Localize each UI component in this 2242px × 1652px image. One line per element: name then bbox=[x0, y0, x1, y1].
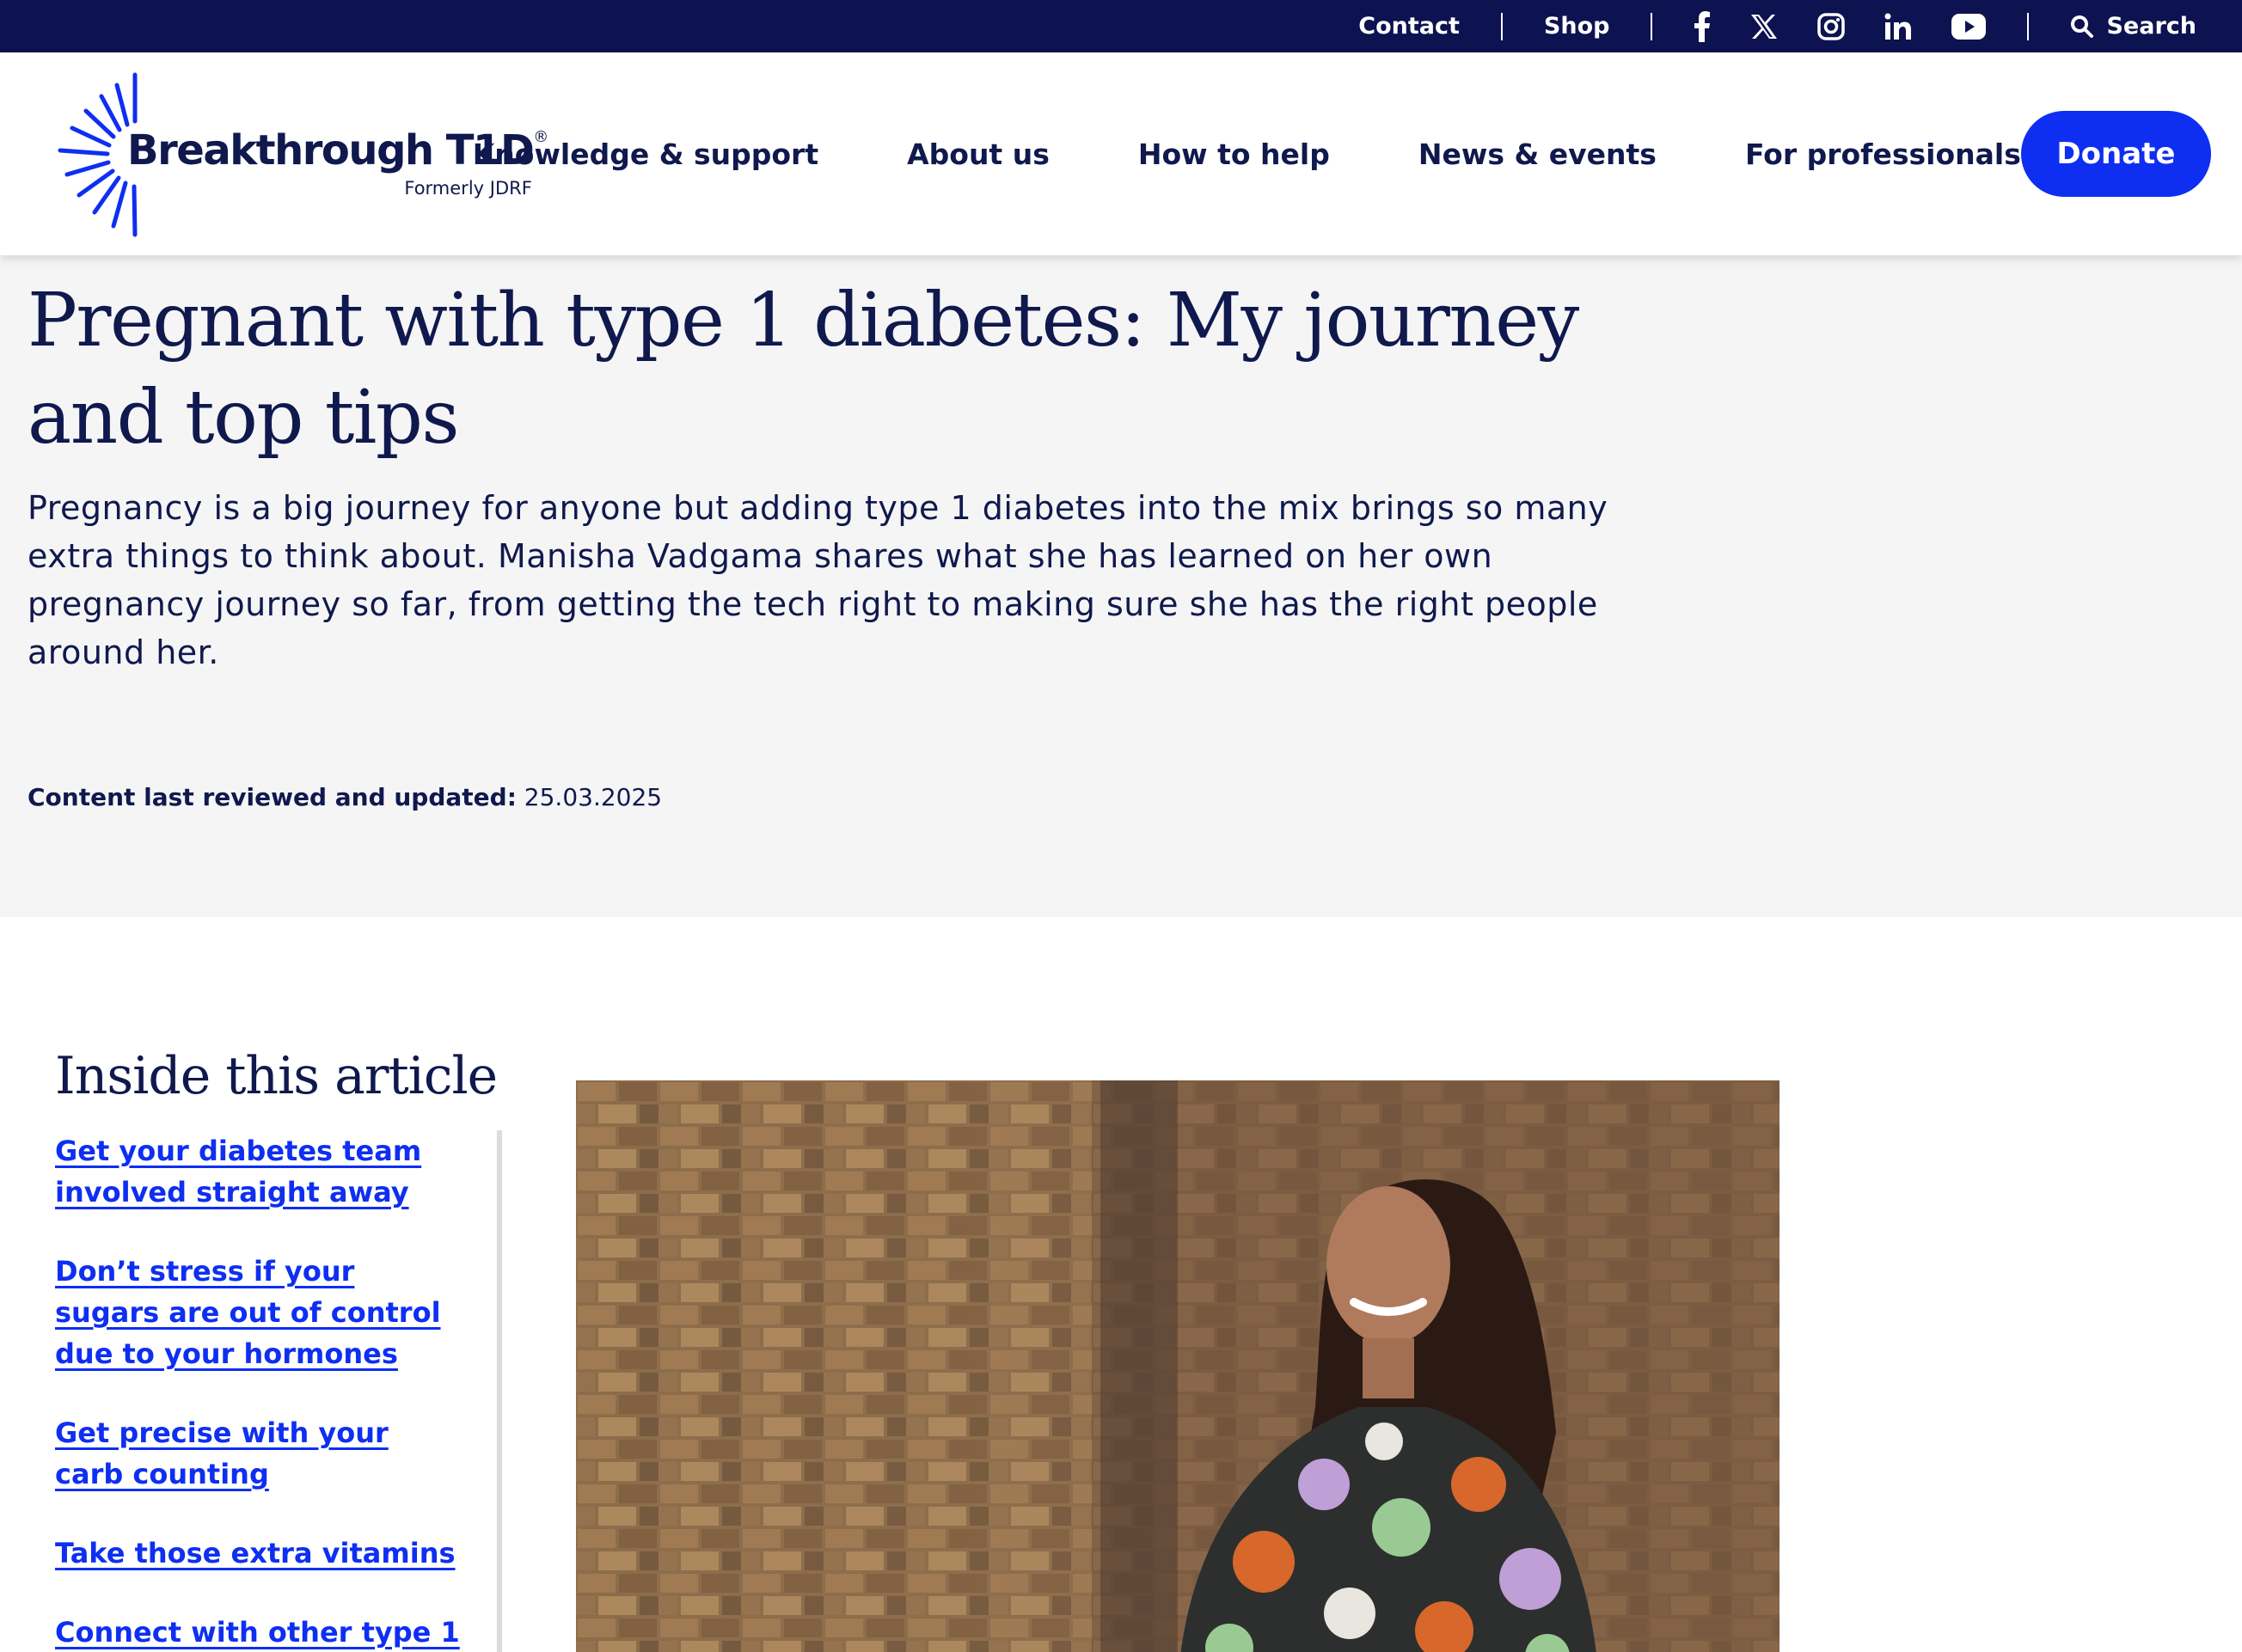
toc-link[interactable]: Don’t stress if your sugars are out of c… bbox=[55, 1251, 466, 1374]
social-links bbox=[1652, 10, 2027, 42]
article-body: Inside this article Get your diabetes te… bbox=[0, 917, 2242, 1652]
toc-heading: Inside this article bbox=[55, 1046, 498, 1106]
linkedin-icon[interactable] bbox=[1884, 13, 1912, 40]
youtube-icon[interactable] bbox=[1951, 13, 1987, 40]
nav-for-professionals[interactable]: For professionals bbox=[1745, 138, 2021, 171]
toc-link[interactable]: Take those extra vitamins bbox=[55, 1533, 466, 1574]
contact-link[interactable]: Contact bbox=[1317, 13, 1501, 40]
breakthrough-logo[interactable]: Breakthrough T1D® Formerly JDRF bbox=[34, 68, 548, 240]
x-icon[interactable] bbox=[1750, 14, 1778, 40]
logo-text: Breakthrough T1D® Formerly JDRF bbox=[127, 126, 548, 199]
donate-button[interactable]: Donate bbox=[2020, 111, 2211, 197]
toc-list: Get your diabetes team involved straight… bbox=[55, 1130, 502, 1652]
main-nav: Knowledge & support About us How to help… bbox=[473, 138, 2021, 171]
article-hero: Pregnant with type 1 diabetes: My journe… bbox=[0, 255, 2242, 917]
toc-link[interactable]: Get your diabetes team involved straight… bbox=[55, 1130, 466, 1213]
article-intro: Pregnancy is a big journey for anyone bu… bbox=[28, 489, 1608, 671]
table-of-contents: Inside this article Get your diabetes te… bbox=[55, 1046, 502, 1652]
shop-link[interactable]: Shop bbox=[1503, 13, 1651, 40]
nav-how-to-help[interactable]: How to help bbox=[1138, 138, 1330, 171]
review-date-value: 25.03.2025 bbox=[524, 783, 663, 811]
logo-formerly: Formerly JDRF bbox=[404, 178, 532, 199]
instagram-icon[interactable] bbox=[1817, 12, 1846, 40]
search-label: Search bbox=[2106, 13, 2196, 40]
utility-bar: Contact Shop Search bbox=[0, 0, 2242, 52]
page-title: Pregnant with type 1 diabetes: My journe… bbox=[28, 278, 1579, 461]
review-date: Content last reviewed and updated: 25.03… bbox=[28, 783, 2214, 811]
review-label: Content last reviewed and updated: bbox=[28, 783, 517, 811]
article-photo bbox=[576, 1080, 1780, 1652]
nav-news-events[interactable]: News & events bbox=[1418, 138, 1657, 171]
logo-wordmark: Breakthrough T1D® bbox=[127, 126, 548, 174]
nav-about-us[interactable]: About us bbox=[907, 138, 1050, 171]
search-button[interactable]: Search bbox=[2029, 13, 2196, 40]
toc-link[interactable]: Connect with other type 1 bbox=[55, 1612, 466, 1652]
search-icon bbox=[2071, 15, 2094, 38]
toc-link[interactable]: Get precise with your carb counting bbox=[55, 1412, 466, 1495]
facebook-icon[interactable] bbox=[1694, 10, 1711, 42]
site-header: Breakthrough T1D® Formerly JDRF Knowledg… bbox=[0, 52, 2242, 255]
